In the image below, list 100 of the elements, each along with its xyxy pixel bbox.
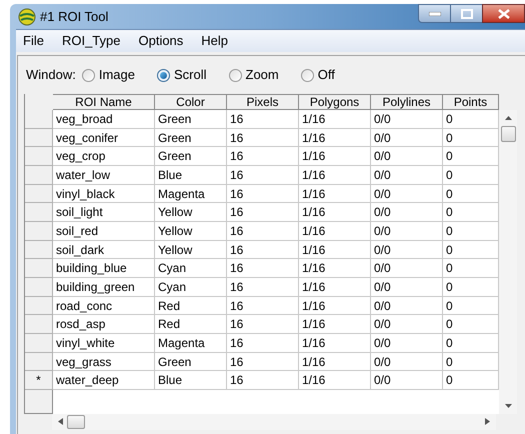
table-cell: building_blue [53, 259, 155, 278]
row-header[interactable] [25, 296, 53, 316]
table-cell: 0/0 [371, 166, 443, 185]
table-cell: 16 [227, 278, 299, 297]
scroll-right-icon[interactable] [485, 418, 490, 426]
table-cell: Blue [155, 166, 227, 185]
table-cell: Cyan [155, 259, 227, 278]
table-cell: 1/16 [299, 315, 371, 334]
scroll-left-icon[interactable] [58, 418, 63, 426]
menu-item[interactable]: Help [201, 31, 228, 51]
table-cell: 0/0 [371, 147, 443, 166]
table-cell: Red [155, 296, 227, 316]
table-cell: 16 [227, 315, 299, 334]
minimize-button[interactable] [418, 4, 451, 23]
row-header[interactable] [25, 166, 53, 185]
table-cell: vinyl_white [53, 334, 155, 353]
table-cell: Green [155, 352, 227, 372]
close-icon [498, 8, 510, 18]
table-cell: 0/0 [371, 259, 443, 278]
close-button[interactable] [482, 4, 525, 23]
table-cell: Green [155, 147, 227, 166]
table-cell: 0/0 [371, 296, 443, 316]
column-header[interactable]: Color [155, 94, 227, 110]
menu-item[interactable]: File [23, 31, 44, 51]
scroll-thumb[interactable] [500, 126, 516, 142]
table-cell: 16 [227, 147, 299, 166]
horizontal-scrollbar[interactable] [52, 414, 496, 430]
column-header[interactable]: Pixels [227, 94, 299, 110]
radio-option[interactable]: Scroll [157, 65, 207, 85]
row-header[interactable] [25, 147, 53, 166]
table-cell: 1/16 [299, 166, 371, 185]
table-cell: rosd_asp [53, 315, 155, 334]
row-header[interactable] [25, 278, 53, 297]
table-cell: Cyan [155, 278, 227, 297]
table-cell: Yellow [155, 222, 227, 241]
table-cell: 16 [227, 184, 299, 204]
table-cell: 0/0 [371, 278, 443, 297]
table-cell: 0/0 [371, 334, 443, 353]
table-cell: Yellow [155, 203, 227, 222]
vertical-scrollbar[interactable] [499, 110, 517, 414]
radio-option[interactable]: Image [82, 65, 135, 85]
scroll-thumb[interactable] [67, 414, 85, 429]
row-header[interactable] [25, 184, 53, 204]
menu-item[interactable]: ROI_Type [62, 31, 120, 51]
row-header[interactable] [25, 334, 53, 353]
radio-option[interactable]: Zoom [228, 65, 279, 85]
table-cell: 0/0 [371, 222, 443, 241]
column-header[interactable]: Points [443, 94, 499, 110]
row-header[interactable] [25, 315, 53, 334]
row-header[interactable] [25, 240, 53, 260]
table-cell: soil_dark [53, 240, 155, 260]
row-header[interactable] [25, 110, 53, 129]
table-cell: 16 [227, 222, 299, 241]
radio-option[interactable]: Off [300, 65, 335, 85]
table-cell: 16 [227, 352, 299, 372]
table-cell: 1/16 [299, 278, 371, 297]
table-cell: 16 [227, 240, 299, 260]
table-cell: 16 [227, 334, 299, 353]
table-cell: veg_crop [53, 147, 155, 166]
table-cell: Magenta [155, 184, 227, 204]
table-cell: soil_red [53, 222, 155, 241]
table-cell: soil_light [53, 203, 155, 222]
table-cell: 16 [227, 296, 299, 316]
column-header[interactable]: Polygons [299, 94, 371, 110]
table-cell: road_conc [53, 296, 155, 316]
row-header[interactable] [25, 222, 53, 241]
table-cell: 0/0 [371, 240, 443, 260]
table-cell: 16 [227, 110, 299, 129]
table-cell: 16 [227, 166, 299, 185]
table-cell: 1/16 [299, 352, 371, 372]
scroll-down-icon[interactable] [504, 404, 512, 408]
row-header[interactable]: * [25, 371, 53, 390]
table-cell: 1/16 [299, 147, 371, 166]
maximize-button[interactable] [451, 4, 482, 23]
table-cell: 0/0 [371, 315, 443, 334]
row-header[interactable] [25, 390, 53, 414]
table-cell: 0/0 [371, 128, 443, 148]
window-title: #1 ROI Tool [40, 8, 108, 26]
table-cell: veg_broad [53, 110, 155, 129]
row-header[interactable] [25, 203, 53, 222]
row-header[interactable] [25, 259, 53, 278]
menu-item[interactable]: Options [138, 31, 184, 51]
table-cell: 0/0 [371, 110, 443, 129]
table-cell: 16 [227, 203, 299, 222]
table-cell: 1/16 [299, 184, 371, 204]
window-label: Window: [26, 66, 76, 84]
column-header[interactable]: Polylines [371, 94, 443, 110]
table-cell: 16 [227, 128, 299, 148]
column-header[interactable]: ROI Name [53, 94, 155, 110]
table-cell: 1/16 [299, 128, 371, 148]
table-cell: veg_grass [53, 352, 155, 372]
table-cell: 1/16 [299, 259, 371, 278]
row-header[interactable] [25, 352, 53, 372]
table-cell: veg_conifer [53, 128, 155, 148]
scroll-up-icon[interactable] [504, 116, 512, 120]
table-cell: 1/16 [299, 334, 371, 353]
row-header[interactable] [25, 128, 53, 148]
table-cell: Green [155, 128, 227, 148]
minimize-icon [428, 12, 440, 16]
table-cell: 1/16 [299, 203, 371, 222]
